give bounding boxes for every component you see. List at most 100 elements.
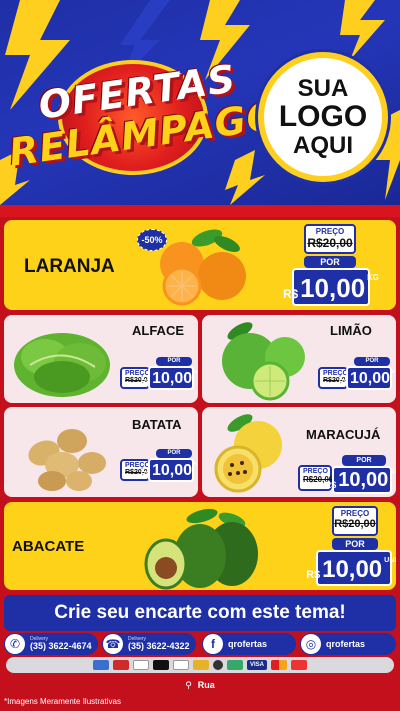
visa-icon: VISA: [247, 660, 267, 670]
payment-methods: VISA: [6, 657, 394, 673]
por-label: POR: [304, 256, 356, 268]
facebook-icon: f: [203, 634, 223, 654]
card-icon: [133, 660, 149, 670]
phone-icon: ☎: [103, 634, 123, 654]
whatsapp-icon: ✆: [5, 634, 25, 654]
logo-line-1: SUA: [297, 75, 349, 103]
contact-text: qrofertas: [326, 638, 366, 649]
price-unit: UNID: [384, 554, 396, 564]
store-logo-placeholder: SUA LOGO AQUI: [258, 52, 388, 182]
preco-label: PREÇO: [125, 462, 150, 469]
preco-label: PREÇO: [303, 468, 328, 475]
ofertas-relampago-logo: OFERTAS RELÂMPAGO: [6, 50, 283, 180]
price-value: 10,00: [300, 273, 366, 303]
currency: R$: [140, 469, 150, 479]
lettuce-image: [14, 333, 110, 397]
preco-label: PREÇO: [315, 227, 345, 236]
product-name: MARACUJÁ: [306, 427, 381, 442]
old-price-box: PREÇO R$20,00: [304, 224, 356, 254]
product-name: LIMÃO: [330, 323, 372, 338]
contact-value: (35) 3622-4322: [128, 641, 190, 651]
address: ⚲ Rua: [0, 676, 400, 694]
lime-image: [222, 322, 305, 401]
por-label: POR: [342, 455, 386, 466]
price-unit: UN: [194, 369, 198, 375]
price-unit: KG: [390, 470, 396, 477]
preco-label: PREÇO: [323, 370, 348, 377]
currency: R$: [338, 377, 348, 387]
por-label: POR: [156, 449, 192, 458]
old-price: R$20,00: [334, 518, 376, 530]
por-label: POR: [156, 357, 192, 366]
product-card-abacate: ABACATE PREÇO R$20,00 POR R$ 10,00 UNID: [4, 502, 396, 590]
card-icon: [173, 660, 189, 670]
contact-text: qrofertas: [228, 638, 268, 649]
contact-text: Delivery (35) 3622-4674: [30, 637, 92, 651]
passion-fruit-image: [214, 414, 282, 493]
contact-text: Delivery (35) 3622-4322: [128, 637, 190, 651]
new-price: R$ 10,00 KG: [325, 466, 396, 494]
discount-badge: -50%: [137, 229, 167, 251]
product-name: ABACATE: [12, 538, 85, 555]
contact-facebook[interactable]: f qrofertas: [202, 633, 296, 655]
avocado-image: [144, 508, 258, 590]
price-value: 10,00: [151, 462, 193, 479]
card-icon: [93, 660, 109, 670]
price-value: 10,00: [322, 556, 383, 583]
contact-label: Delivery: [128, 636, 147, 642]
card-icon: [153, 660, 169, 670]
mastercard-icon: [271, 660, 287, 670]
contact-instagram[interactable]: ◎ qrofertas: [300, 633, 396, 655]
logo-line-2: LOGO: [278, 100, 368, 134]
new-price: R$ 10,00 UNID: [306, 550, 396, 586]
product-card-limao: LIMÃO PREÇO R$20,00 POR R$ 10,00 KG: [202, 315, 396, 403]
product-card-maracuja: MARACUJÁ PREÇO R$20,00 POR R$ 10,00 KG: [202, 407, 396, 497]
orange-image: [160, 229, 246, 306]
contact-whatsapp[interactable]: ✆ Delivery (35) 3622-4674: [4, 633, 98, 655]
cta-banner[interactable]: Crie seu encarte com este tema!: [4, 595, 396, 631]
old-price-box: PREÇO R$20,00: [332, 506, 378, 536]
old-price: R$20,00: [303, 475, 334, 484]
price-value: 10,00: [349, 370, 391, 387]
card-icon: [193, 660, 209, 670]
currency: R$: [283, 288, 299, 302]
header-stripe: [0, 205, 400, 217]
old-price: R$20,00: [307, 236, 353, 250]
new-price: R$ 10,00 KG: [141, 458, 198, 482]
contact-phone[interactable]: ☎ Delivery (35) 3622-4322: [102, 633, 196, 655]
product-card-laranja: LARANJA PREÇO R$20,00 POR R$ 10,00 KG: [4, 220, 396, 310]
disclaimer: *Imagens Meramente Ilustrativas: [4, 697, 121, 706]
price-unit: KG: [367, 272, 379, 282]
product-card-alface: ALFACE PREÇO R$20,00 POR R$ 10,00 UN: [4, 315, 198, 403]
currency: R$: [140, 377, 151, 387]
new-price: R$ 10,00 UN: [141, 366, 198, 390]
card-icon: [113, 660, 129, 670]
currency: R$: [306, 569, 321, 582]
preco-label: PREÇO: [125, 370, 150, 377]
product-name: LARANJA: [24, 256, 115, 277]
por-label: POR: [332, 538, 378, 550]
contact-value: qrofertas: [228, 638, 268, 649]
logo-line-3: AQUI: [293, 131, 353, 159]
card-icon: [291, 660, 307, 670]
price-unit: KG: [194, 461, 198, 467]
price-value: 10,00: [338, 469, 389, 491]
card-icon: [213, 660, 223, 670]
price-unit: KG: [392, 369, 396, 375]
address-text: Rua: [197, 680, 215, 690]
product-name: ALFACE: [132, 323, 184, 338]
por-label: POR: [354, 357, 390, 366]
currency: R$: [324, 479, 337, 490]
location-pin-icon: ⚲: [185, 679, 192, 690]
instagram-icon: ◎: [301, 634, 321, 654]
product-card-batata: BATATA PREÇO R$20,00 POR R$ 10,00 KG: [4, 407, 198, 497]
contact-value: qrofertas: [326, 638, 366, 649]
contact-label: Delivery: [30, 636, 49, 642]
preco-label: PREÇO: [340, 509, 370, 518]
header: OFERTAS RELÂMPAGO SUA LOGO AQUI: [0, 0, 400, 205]
product-name: BATATA: [132, 417, 182, 432]
card-icon: [227, 660, 243, 670]
contact-value: (35) 3622-4674: [30, 641, 92, 651]
potato-image: [28, 429, 106, 491]
price-value: 10,00: [152, 370, 193, 387]
